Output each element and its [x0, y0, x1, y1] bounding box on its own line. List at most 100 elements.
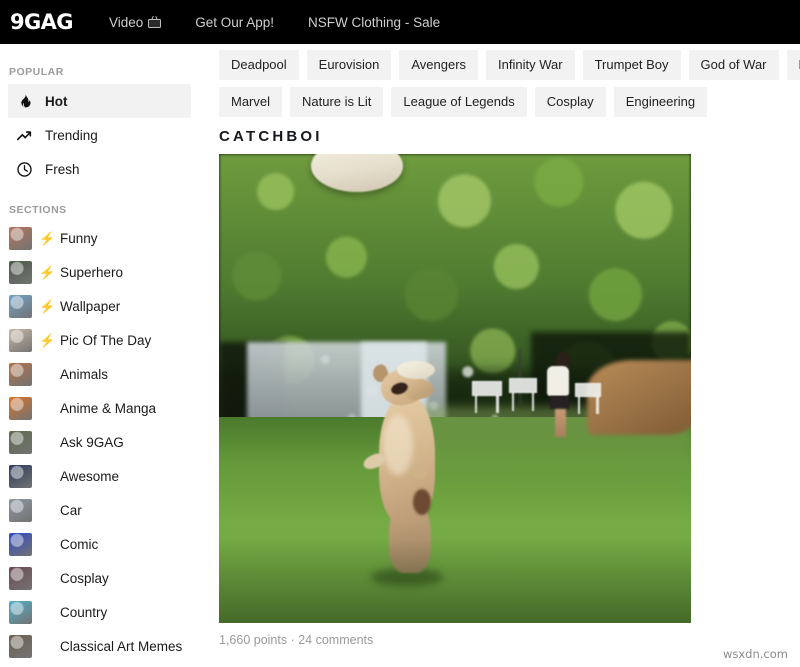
- tag-chip-marvel[interactable]: Marvel: [219, 87, 283, 117]
- sidebar-item-car[interactable]: ⚡ Car: [0, 493, 200, 527]
- person-legs: [555, 408, 567, 437]
- sidebar-item-animals[interactable]: ⚡ Animals: [0, 357, 200, 391]
- sidebar-section-label: Comic: [60, 536, 99, 552]
- post-meta: 1,660 points · 24 comments: [219, 633, 374, 647]
- sidebar-section-label: Classical Art Memes: [60, 638, 183, 654]
- tag-chip-league-of-legends[interactable]: League of Legends: [391, 87, 527, 117]
- section-thumbnail: [9, 396, 32, 420]
- sidebar-section-label: Superhero: [60, 264, 124, 280]
- sidebar-section-label: Funny: [60, 230, 98, 246]
- 9gag-logo[interactable]: 9GAG: [10, 11, 74, 33]
- patio-chair: [509, 378, 538, 412]
- sidebar-section-label: Car: [60, 502, 82, 518]
- sidebar-item-trending[interactable]: Trending: [8, 118, 191, 152]
- sidebar-item-country[interactable]: ⚡ Country: [0, 595, 200, 629]
- patio-chair: [575, 382, 602, 414]
- lightning-bolt-icon: ⚡: [39, 264, 56, 280]
- tag-chip-fortnite[interactable]: Fortnite: [786, 50, 800, 80]
- sidebar-item-pic-of-the-day[interactable]: ⚡ Pic Of The Day: [0, 323, 200, 357]
- bolt-spacer: ⚡: [39, 606, 54, 619]
- tv-icon: [148, 15, 162, 28]
- sidebar-section-label: Pic Of The Day: [60, 332, 152, 348]
- sidebar-section-label: Wallpaper: [60, 298, 121, 314]
- sidebar-label-hot: Hot: [45, 93, 68, 109]
- tag-chip-avengers[interactable]: Avengers: [399, 50, 479, 80]
- clock-icon: [16, 161, 33, 178]
- bolt-spacer: ⚡: [39, 436, 54, 449]
- tag-chip-eurovision[interactable]: Eurovision: [306, 50, 392, 80]
- sidebar-label-fresh: Fresh: [45, 161, 80, 177]
- person-torso: [546, 365, 569, 396]
- section-thumbnail: [9, 362, 32, 386]
- sidebar-label-trending: Trending: [45, 127, 98, 143]
- sidebar-item-wallpaper[interactable]: ⚡ Wallpaper: [0, 289, 200, 323]
- watermark: wsxdn.com: [722, 647, 788, 661]
- sidebar-section-label: Cosplay: [60, 570, 109, 586]
- bolt-spacer: ⚡: [39, 538, 54, 551]
- sidebar-item-hot[interactable]: Hot: [8, 84, 191, 118]
- hammock: [587, 360, 691, 436]
- section-thumbnail: [9, 294, 32, 318]
- tag-row: Marvel Nature is Lit League of Legends Cosp…: [219, 87, 800, 117]
- sidebar: POPULAR Hot Trending Fresh SECTIONS ⚡ Fun…: [0, 44, 200, 667]
- bolt-spacer: ⚡: [39, 470, 54, 483]
- post-title: CATCHBOI: [219, 128, 323, 145]
- section-thumbnail: [9, 226, 32, 250]
- sidebar-item-classical-art-memes[interactable]: ⚡ Classical Art Memes: [0, 629, 200, 663]
- nav-link-video[interactable]: Video: [108, 14, 162, 30]
- main-content: Deadpool Eurovision Avengers Infinity War Tr…: [200, 44, 800, 667]
- sidebar-sections-list: ⚡ Funny ⚡ Superhero ⚡ Wallpaper ⚡ Pic Of The Da…: [0, 221, 200, 663]
- tag-chip-infinity-war[interactable]: Infinity War: [486, 50, 575, 80]
- bolt-spacer: ⚡: [39, 504, 54, 517]
- lawn-vignette: [219, 538, 691, 623]
- section-thumbnail: [9, 464, 32, 488]
- sidebar-item-anime-manga[interactable]: ⚡ Anime & Manga: [0, 391, 200, 425]
- sidebar-heading-popular: POPULAR: [9, 66, 64, 78]
- sidebar-section-label: Animals: [60, 366, 109, 382]
- sidebar-item-awesome[interactable]: ⚡ Awesome: [0, 459, 200, 493]
- section-thumbnail: [9, 600, 32, 624]
- tag-chip-god-of-war[interactable]: God of War: [688, 50, 779, 80]
- nav-label-video: Video: [108, 14, 144, 30]
- section-thumbnail: [9, 328, 32, 352]
- sidebar-section-label: Country: [60, 604, 108, 620]
- lightning-bolt-icon: ⚡: [39, 332, 56, 348]
- section-thumbnail: [9, 430, 32, 454]
- tag-chip-deadpool[interactable]: Deadpool: [219, 50, 299, 80]
- sidebar-item-comic[interactable]: ⚡ Comic: [0, 527, 200, 561]
- sidebar-section-label: Ask 9GAG: [60, 434, 124, 450]
- sidebar-item-ask-9gag[interactable]: ⚡ Ask 9GAG: [0, 425, 200, 459]
- lightning-bolt-icon: ⚡: [39, 298, 56, 314]
- section-thumbnail: [9, 498, 32, 522]
- section-thumbnail: [9, 260, 32, 284]
- section-thumbnail: [9, 532, 32, 556]
- person-skirt: [550, 396, 570, 409]
- top-header: 9GAG Video Get Our App! NSFW Clothing - …: [0, 0, 800, 44]
- tag-row: Deadpool Eurovision Avengers Infinity War Tr…: [219, 50, 800, 80]
- sidebar-section-label: Awesome: [60, 468, 120, 484]
- sidebar-heading-sections: SECTIONS: [9, 204, 67, 216]
- tag-chip-cosplay[interactable]: Cosplay: [534, 87, 606, 117]
- section-thumbnail: [9, 634, 32, 658]
- sidebar-item-funny[interactable]: ⚡ Funny: [0, 221, 200, 255]
- tag-chip-nature-is-lit[interactable]: Nature is Lit: [290, 87, 384, 117]
- sidebar-item-fresh[interactable]: Fresh: [8, 152, 191, 186]
- sidebar-popular-list: Hot Trending Fresh: [0, 84, 200, 186]
- sidebar-item-cosplay[interactable]: ⚡ Cosplay: [0, 561, 200, 595]
- section-thumbnail: [9, 566, 32, 590]
- bolt-spacer: ⚡: [39, 640, 54, 653]
- nav-link-get-our-app[interactable]: Get Our App!: [195, 15, 274, 30]
- sidebar-item-superhero[interactable]: ⚡ Superhero: [0, 255, 200, 289]
- patio-chair: [471, 381, 502, 414]
- trending-arrow-icon: [16, 127, 33, 144]
- tag-chip-trumpet-boy[interactable]: Trumpet Boy: [582, 50, 681, 80]
- bolt-spacer: ⚡: [39, 368, 54, 381]
- nav-link-nsfw-clothing-sale[interactable]: NSFW Clothing - Sale: [308, 15, 440, 30]
- tag-bar: Deadpool Eurovision Avengers Infinity War Tr…: [200, 44, 800, 117]
- post-media-image[interactable]: [219, 154, 691, 623]
- bolt-spacer: ⚡: [39, 402, 54, 415]
- lightning-bolt-icon: ⚡: [39, 230, 56, 246]
- bolt-spacer: ⚡: [39, 572, 54, 585]
- tag-chip-engineering[interactable]: Engineering: [613, 87, 708, 117]
- sidebar-section-label: Anime & Manga: [60, 400, 157, 416]
